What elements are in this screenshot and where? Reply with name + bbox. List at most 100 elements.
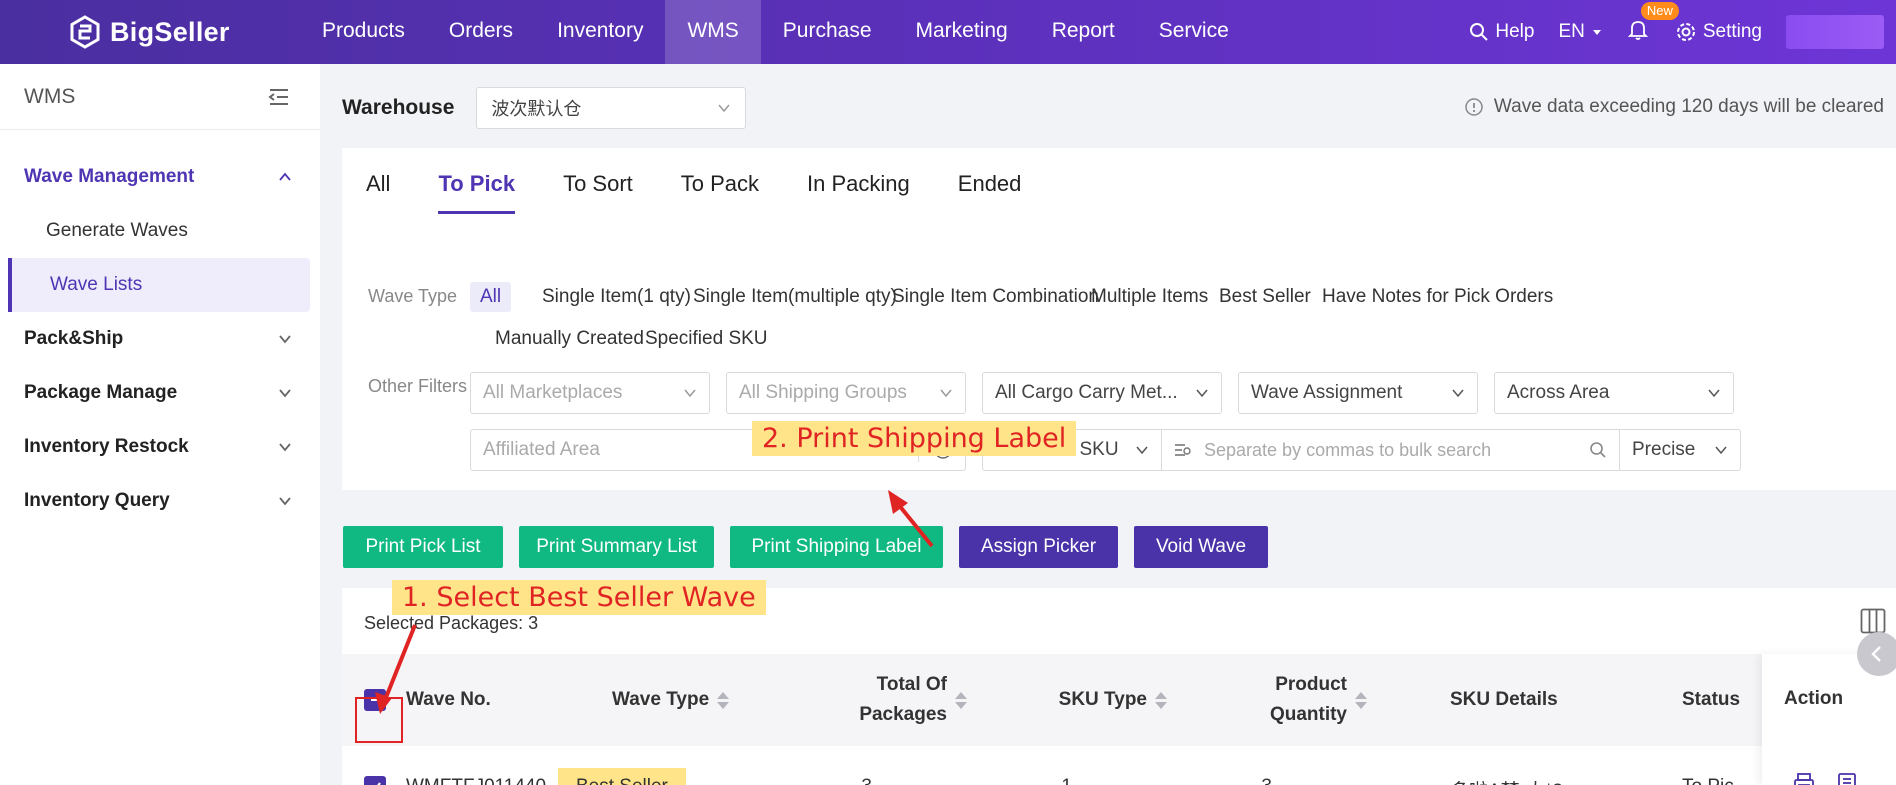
panel-toggle[interactable]: [1857, 632, 1896, 676]
cell-sku-type: 1: [1042, 776, 1072, 785]
across-area-select[interactable]: Across Area: [1494, 372, 1734, 414]
sidebar-group-label: Inventory Query: [24, 490, 170, 511]
nav-products[interactable]: Products: [300, 0, 427, 64]
wave-type-single-item-combination[interactable]: Single Item Combination: [882, 282, 1109, 312]
row-checkbox[interactable]: [364, 776, 386, 785]
table-header: Wave No. Wave Type Total Of Packages SKU…: [342, 654, 1896, 746]
chevron-down-icon: [279, 443, 291, 452]
sidebar-item-wave-lists[interactable]: Wave Lists: [8, 258, 310, 312]
shipping-group-value: All Shipping Groups: [739, 382, 907, 403]
search-icon[interactable]: [1589, 441, 1607, 459]
tab-to-sort[interactable]: To Sort: [539, 148, 657, 214]
cell-total-packages: 3: [842, 776, 872, 785]
wave-type-single-item-multiple[interactable]: Single Item(multiple qty): [683, 282, 907, 312]
print-pick-list-button[interactable]: Print Pick List: [343, 526, 503, 568]
col-total-packages[interactable]: Total Of Packages: [802, 654, 967, 746]
annotation-highlight-box: [355, 697, 403, 743]
chevron-down-icon: [279, 389, 291, 398]
chevron-down-icon: [940, 389, 952, 398]
cell-wave-no: WMFTFJ011440: [406, 776, 546, 785]
affiliated-area-value: Affiliated Area: [483, 439, 600, 460]
sidebar-item-generate-waves[interactable]: Generate Waves: [0, 204, 320, 258]
brand-logo[interactable]: BigSeller: [68, 14, 230, 50]
col-action-label: Action: [1784, 688, 1844, 709]
sidebar-group-wave-management[interactable]: Wave Management: [0, 150, 320, 204]
table-row[interactable]: WMFTFJ011440 Best Seller 3 1 3 多啦A梦-大*3 …: [342, 746, 1896, 785]
nav-orders[interactable]: Orders: [427, 0, 535, 64]
setting-link[interactable]: Setting: [1675, 21, 1762, 43]
chevron-down-icon: [1452, 389, 1464, 398]
sort-icon: [955, 691, 967, 709]
shipping-group-select[interactable]: All Shipping Groups: [726, 372, 966, 414]
assign-picker-button[interactable]: Assign Picker: [959, 526, 1118, 568]
marketplace-select[interactable]: All Marketplaces: [470, 372, 710, 414]
tab-to-pack[interactable]: To Pack: [657, 148, 783, 214]
nav-purchase[interactable]: Purchase: [761, 0, 894, 64]
help-link[interactable]: Help: [1469, 21, 1534, 43]
wave-assignment-select[interactable]: Wave Assignment: [1238, 372, 1478, 414]
chevron-down-icon: [1715, 446, 1727, 455]
wave-type-single-item-1[interactable]: Single Item(1 qty): [532, 282, 701, 312]
info-icon: [1465, 98, 1483, 116]
col-sku-type[interactable]: SKU Type: [1002, 654, 1167, 746]
chevron-down-icon: [279, 497, 291, 506]
sidebar-group-label: Pack&Ship: [24, 328, 124, 349]
tab-all[interactable]: All: [342, 148, 414, 214]
main-nav: Products Orders Inventory WMS Purchase M…: [300, 0, 1251, 64]
print-summary-list-button[interactable]: Print Summary List: [519, 526, 714, 568]
annotation-step-2: 2. Print Shipping Label: [752, 421, 1077, 456]
nav-report[interactable]: Report: [1030, 0, 1137, 64]
bigseller-logo-icon: [70, 15, 100, 49]
sidebar-group-inventory-query[interactable]: Inventory Query: [0, 474, 320, 528]
col-product-quantity[interactable]: Product Quantity: [1202, 654, 1367, 746]
sidebar-group-label: Package Manage: [24, 382, 178, 403]
tab-ended[interactable]: Ended: [934, 148, 1046, 214]
tab-in-packing[interactable]: In Packing: [783, 148, 934, 214]
nav-wms[interactable]: WMS: [665, 0, 761, 64]
sku-search-input[interactable]: Separate by commas to bulk search: [1161, 429, 1620, 471]
language-select[interactable]: EN: [1558, 21, 1602, 43]
col-wave-no: Wave No.: [406, 654, 546, 746]
help-label: Help: [1495, 21, 1535, 42]
nav-marketing[interactable]: Marketing: [894, 0, 1030, 64]
sidebar-group-inventory-restock[interactable]: Inventory Restock: [0, 420, 320, 474]
wave-type-best-seller[interactable]: Best Seller: [1209, 282, 1321, 312]
language-label: EN: [1558, 21, 1585, 42]
tab-to-pick[interactable]: To Pick: [414, 148, 539, 214]
warehouse-label: Warehouse: [342, 96, 455, 119]
sidebar-header: WMS: [0, 64, 320, 130]
top-right-tools: Help EN New Setting: [1469, 0, 1896, 64]
sidebar-group-package-manage[interactable]: Package Manage: [0, 366, 320, 420]
col-wave-no-label: Wave No.: [406, 689, 491, 710]
wave-type-all[interactable]: All: [470, 282, 512, 312]
print-shipping-label-button[interactable]: Print Shipping Label: [730, 526, 943, 568]
wave-type-manually-created[interactable]: Manually Created: [485, 324, 654, 354]
barcode-icon[interactable]: [1837, 772, 1857, 785]
chevron-down-icon: [1196, 389, 1208, 398]
wave-type-specified-sku[interactable]: Specified SKU: [635, 324, 778, 354]
sidebar-group-pack-ship[interactable]: Pack&Ship: [0, 312, 320, 366]
data-retention-notice: Wave data exceeding 120 days will be cle…: [1464, 96, 1884, 118]
check-icon: [377, 782, 381, 785]
columns-icon[interactable]: [1860, 608, 1886, 634]
setting-label: Setting: [1702, 21, 1762, 42]
wave-assignment-value: Wave Assignment: [1251, 382, 1403, 403]
status-tabs: All To Pick To Sort To Pack In Packing E…: [342, 148, 1045, 214]
collapse-menu-icon[interactable]: [268, 88, 290, 106]
nav-inventory[interactable]: Inventory: [535, 0, 665, 64]
col-wave-type[interactable]: Wave Type: [612, 654, 752, 746]
match-mode-select[interactable]: Precise: [1619, 429, 1741, 471]
wave-type-multiple-items[interactable]: Multiple Items: [1081, 282, 1218, 312]
nav-service[interactable]: Service: [1137, 0, 1251, 64]
notifications[interactable]: New: [1627, 2, 1679, 46]
cargo-carry-select[interactable]: All Cargo Carry Met...: [982, 372, 1222, 414]
print-icon[interactable]: [1793, 772, 1815, 785]
wave-type-have-notes[interactable]: Have Notes for Pick Orders: [1312, 282, 1563, 312]
notice-text: Wave data exceeding 120 days will be cle…: [1493, 96, 1884, 117]
user-avatar[interactable]: [1786, 15, 1884, 49]
sidebar-group-label: Inventory Restock: [24, 436, 189, 457]
warehouse-select[interactable]: 波次默认仓: [476, 87, 747, 129]
void-wave-button[interactable]: Void Wave: [1134, 526, 1268, 568]
annotation-step-1: 1. Select Best Seller Wave: [392, 580, 766, 615]
sidebar-title: WMS: [24, 84, 76, 108]
